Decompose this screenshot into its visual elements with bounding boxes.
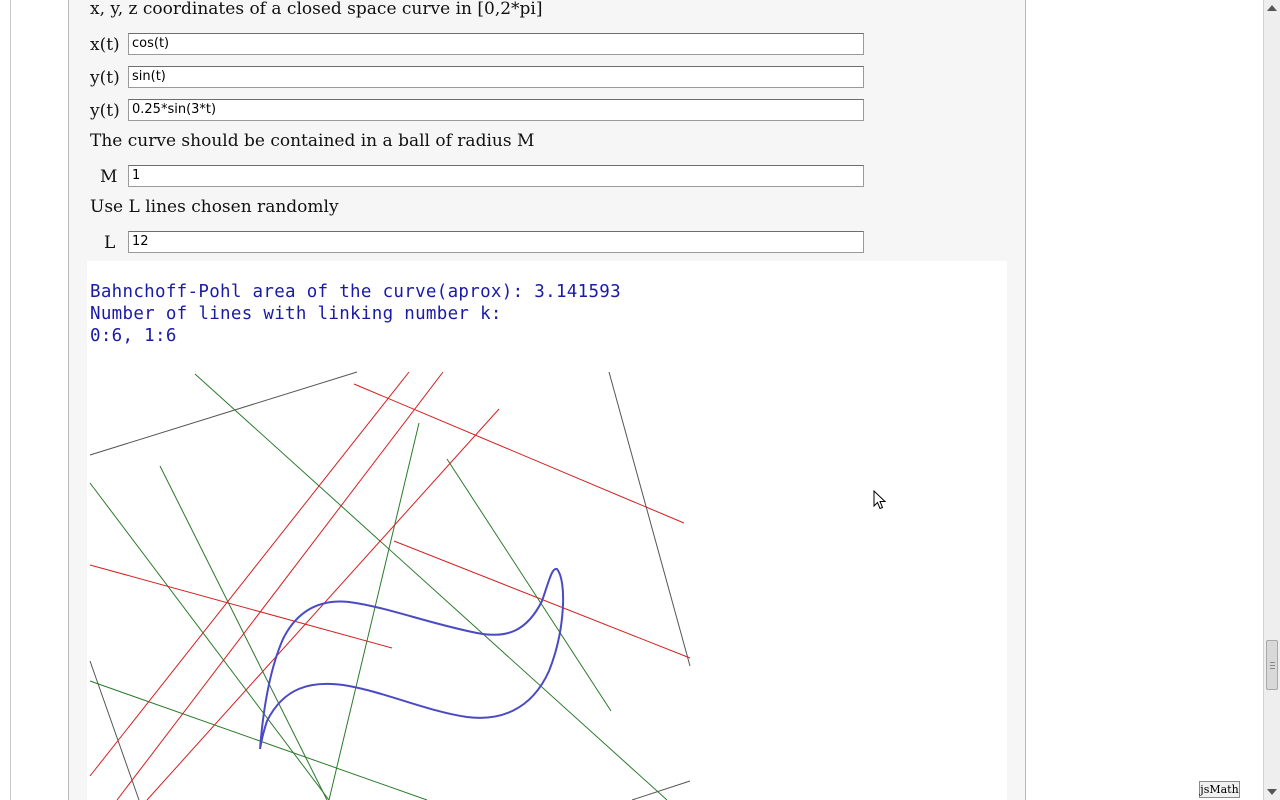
scrollbar-thumb[interactable]	[1266, 640, 1278, 690]
linking-0-line	[89, 680, 428, 800]
cursor-arrow-icon	[873, 490, 887, 510]
lines-input[interactable]: 12	[128, 231, 864, 253]
linking-1-line	[89, 371, 410, 777]
y-field-label: y(t)	[90, 68, 120, 88]
frame-line	[89, 660, 140, 800]
curve-prompt: x, y, z coordinates of a closed space cu…	[90, 0, 543, 19]
linking-0-line	[328, 422, 420, 800]
z-input[interactable]: 0.25*sin(3*t)	[128, 99, 864, 121]
page-scrollbar[interactable]	[1263, 0, 1280, 800]
linking-1-line	[353, 383, 685, 524]
lines-prompt: Use L lines chosen randomly	[90, 197, 339, 217]
curve-plot	[89, 371, 691, 800]
space-curve	[259, 567, 565, 750]
linking-0-line	[194, 373, 668, 800]
x-input[interactable]: cos(t)	[128, 33, 864, 55]
output-area: Bahnchoff-Pohl area of the curve(aprox):…	[87, 261, 1007, 800]
lines-field-label: L	[104, 233, 116, 253]
red-lines	[89, 371, 691, 800]
area-result-text: Bahnchoff-Pohl area of the curve(aprox):…	[90, 282, 621, 302]
frame-line	[631, 780, 691, 800]
x-field-label: x(t)	[90, 35, 120, 55]
radius-prompt: The curve should be contained in a ball …	[90, 131, 535, 151]
scroll-up-arrow-icon[interactable]	[1267, 5, 1277, 11]
linking-heading-text: Number of lines with linking number k:	[90, 304, 502, 324]
page-border	[10, 0, 11, 800]
linking-0-line	[446, 458, 612, 712]
jsmath-button[interactable]: jsMath	[1199, 781, 1240, 798]
frame-lines	[89, 371, 691, 800]
radius-field-label: M	[100, 167, 118, 187]
linking-0-line	[159, 465, 328, 800]
y-input[interactable]: sin(t)	[128, 66, 864, 88]
linking-counts-text: 0:6, 1:6	[90, 326, 177, 346]
frame-line	[608, 371, 691, 667]
frame-line	[89, 371, 358, 456]
green-lines	[89, 373, 668, 800]
z-field-label: y(t)	[90, 101, 120, 121]
scroll-down-arrow-icon[interactable]	[1267, 789, 1277, 795]
radius-input[interactable]: 1	[128, 165, 864, 187]
